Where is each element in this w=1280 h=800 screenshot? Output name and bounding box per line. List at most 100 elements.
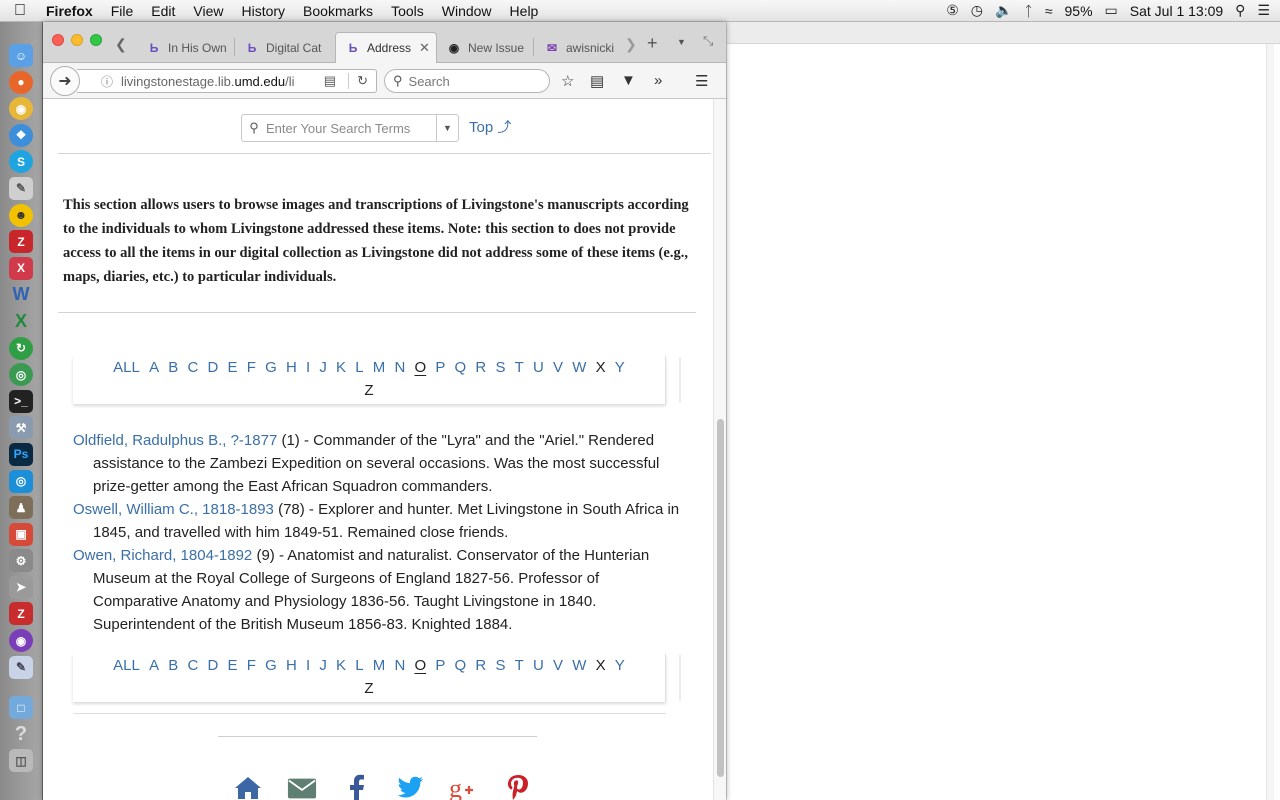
clock[interactable]: Sat Jul 1 13:09 (1130, 3, 1223, 19)
time-machine-icon[interactable]: ◷ (971, 2, 983, 19)
site-search-input[interactable]: ⚲ Enter Your Search Terms ▼ (241, 114, 459, 142)
minimize-window-button[interactable] (71, 34, 83, 46)
sync-icon[interactable]: ↻ (9, 336, 33, 360)
site-info-icon[interactable]: ⓘ (101, 73, 113, 90)
letter-k[interactable]: K (336, 356, 346, 379)
letter-y[interactable]: Y (615, 356, 625, 379)
folder-icon[interactable]: □ (9, 696, 33, 720)
overflow-menu-icon[interactable]: » (654, 72, 662, 89)
letter-t[interactable]: T (515, 654, 524, 677)
letter-q[interactable]: Q (455, 654, 467, 677)
letter-h[interactable]: H (286, 356, 297, 379)
letter-c[interactable]: C (187, 654, 198, 677)
status-five-icon[interactable]: ⑤ (946, 2, 959, 19)
help-icon[interactable]: ? (9, 723, 33, 746)
word-icon[interactable]: W (9, 283, 33, 306)
letter-u[interactable]: U (533, 356, 544, 379)
letter-v[interactable]: V (553, 356, 563, 379)
cyberduck-icon[interactable]: ☻ (9, 203, 33, 227)
menu-file[interactable]: File (102, 3, 143, 19)
letter-m[interactable]: M (373, 356, 386, 379)
tab-addressees[interactable]: Ь Address ✕ (335, 32, 437, 63)
x-app-icon[interactable]: X (9, 256, 33, 280)
letter-t[interactable]: T (515, 356, 524, 379)
letter-e[interactable]: E (228, 654, 238, 677)
bookmarks-menu-icon[interactable]: ▤ (590, 72, 604, 90)
background-window-scrollbar[interactable] (1266, 44, 1274, 800)
letter-n[interactable]: N (394, 356, 405, 379)
letter-d[interactable]: D (208, 654, 219, 677)
tab-digital-catalog[interactable]: Ь Digital Cat (235, 32, 333, 63)
letter-w[interactable]: W (572, 356, 586, 379)
letter-m[interactable]: M (373, 654, 386, 677)
letter-s[interactable]: S (495, 654, 505, 677)
addressee-link-owen[interactable]: Owen, Richard, 1804-1892 (73, 547, 252, 564)
pocket-icon[interactable]: ▼ (621, 72, 636, 89)
scroll-tabs-right-icon[interactable]: ❯ (625, 36, 637, 53)
close-window-button[interactable] (52, 34, 64, 46)
letter-f[interactable]: F (247, 654, 256, 677)
github-icon[interactable]: ◉ (9, 629, 33, 653)
reload-icon[interactable]: ↻ (348, 73, 368, 89)
letter-all[interactable]: ALL (113, 356, 140, 379)
terminal-icon[interactable]: >_ (9, 389, 33, 413)
notification-center-icon[interactable]: ☰ (1257, 2, 1270, 19)
letter-q[interactable]: Q (455, 356, 467, 379)
gimp-icon[interactable]: ♟ (9, 496, 33, 520)
letter-b[interactable]: B (168, 356, 178, 379)
tools-icon[interactable]: ⚒ (9, 416, 33, 440)
wifi-icon[interactable]: ≈ (1045, 3, 1053, 19)
system-preferences-icon[interactable]: ⚙ (9, 549, 33, 573)
letter-p[interactable]: P (435, 356, 445, 379)
google-plus-icon[interactable]: g (449, 773, 479, 800)
tab-in-his-own[interactable]: Ь In His Own (137, 32, 233, 63)
scrollbar-thumb[interactable] (717, 419, 724, 777)
addressee-link-oldfield[interactable]: Oldfield, Radulphus B., ?-1877 (73, 432, 277, 449)
letter-w[interactable]: W (572, 654, 586, 677)
letter-c[interactable]: C (187, 356, 198, 379)
letter-b[interactable]: B (168, 654, 178, 677)
battery-icon[interactable]: ▭ (1105, 2, 1118, 19)
letter-e[interactable]: E (228, 356, 238, 379)
battery-percent[interactable]: 95% (1065, 3, 1093, 19)
letter-y[interactable]: Y (615, 654, 625, 677)
skype-icon[interactable]: S (9, 150, 33, 174)
spotlight-search-icon[interactable]: ⚲ (1235, 2, 1245, 19)
fullscreen-icon[interactable]: ⤡ (703, 33, 713, 49)
maximize-window-button[interactable] (90, 34, 102, 46)
letter-g[interactable]: G (265, 356, 277, 379)
letter-p[interactable]: P (435, 654, 445, 677)
close-tab-icon[interactable]: ✕ (419, 40, 430, 56)
menu-window[interactable]: Window (433, 3, 501, 19)
filezilla-icon[interactable]: Z (9, 230, 33, 254)
letter-s[interactable]: S (495, 356, 505, 379)
email-icon[interactable] (287, 773, 317, 800)
firefox-icon[interactable]: ● (9, 70, 33, 94)
pinterest-icon[interactable] (503, 773, 533, 800)
text-edit-icon[interactable]: ✎ (9, 655, 33, 679)
letter-v[interactable]: V (553, 654, 563, 677)
letter-o-current[interactable]: O (414, 654, 426, 677)
volume-icon[interactable]: 🔈 (995, 2, 1012, 19)
menu-bookmarks[interactable]: Bookmarks (294, 3, 382, 19)
chrome-icon[interactable]: ◉ (9, 97, 33, 121)
letter-i[interactable]: I (306, 356, 310, 379)
photo-booth-icon[interactable]: ▣ (9, 522, 33, 546)
trash-icon[interactable]: ◫ (9, 749, 33, 773)
bookmark-star-icon[interactable]: ☆ (561, 72, 574, 90)
twitter-icon[interactable] (395, 773, 425, 800)
safari-icon[interactable]: ❖ (9, 123, 33, 147)
letter-all[interactable]: ALL (113, 654, 140, 677)
url-bar[interactable]: ⓘ livingstonestage.lib. umd.edu/li ▤ ↻ (77, 69, 377, 93)
search-dropdown-toggle[interactable]: ▼ (436, 115, 458, 141)
back-button[interactable]: ➜ (50, 66, 80, 96)
scroll-tabs-left-icon[interactable]: ❮ (115, 36, 127, 53)
finder-icon[interactable]: ☺ (9, 44, 33, 67)
letter-l[interactable]: L (355, 654, 363, 677)
menu-app-name[interactable]: Firefox (40, 3, 102, 19)
letter-d[interactable]: D (208, 356, 219, 379)
letter-r[interactable]: R (475, 356, 486, 379)
zotero-icon[interactable]: Z (9, 602, 33, 626)
search-bar[interactable]: ⚲ Search (384, 69, 550, 93)
letter-i[interactable]: I (306, 654, 310, 677)
